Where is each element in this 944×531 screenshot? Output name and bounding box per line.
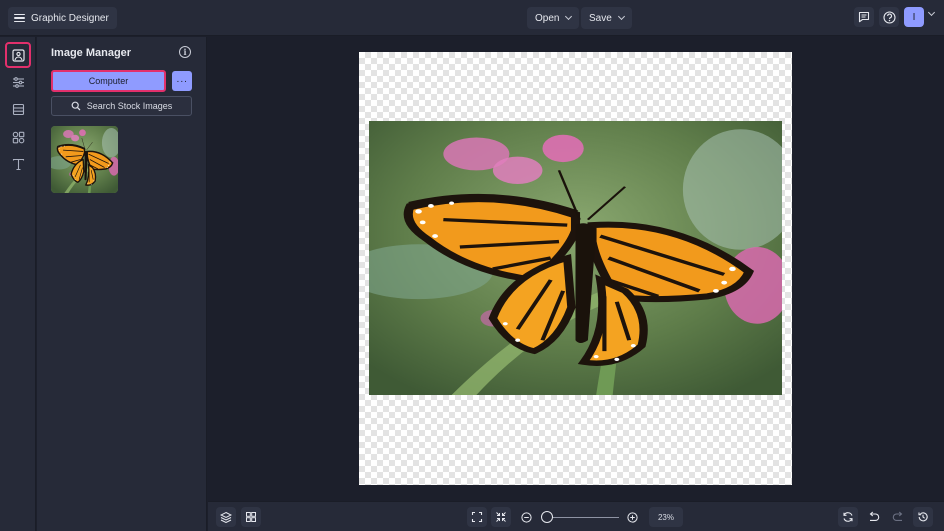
redo-button[interactable]	[888, 507, 908, 527]
computer-upload-button[interactable]: Computer	[51, 70, 166, 92]
rail-item-adjustments[interactable]	[7, 71, 29, 93]
zoom-in-icon[interactable]	[627, 512, 638, 523]
chevron-down-icon	[617, 12, 625, 21]
butterfly-photo[interactable]	[369, 121, 782, 395]
rail-item-text[interactable]	[7, 153, 29, 175]
redo-icon	[892, 511, 902, 521]
main-menu-button[interactable]: Graphic Designer	[8, 7, 117, 29]
zoom-level-value[interactable]: 23%	[649, 507, 683, 527]
comment-icon	[858, 11, 870, 23]
more-options-button[interactable]: ···	[172, 71, 192, 91]
undo-button[interactable]	[863, 507, 883, 527]
app-title: Graphic Designer	[31, 12, 109, 24]
expand-icon	[471, 511, 483, 523]
bottom-toolbar: 23%	[208, 501, 944, 531]
info-icon[interactable]: i	[179, 46, 191, 58]
rail-item-layout[interactable]	[7, 98, 29, 120]
zoom-slider-knob[interactable]	[541, 511, 553, 523]
chevron-down-icon	[565, 12, 573, 21]
search-icon	[71, 101, 81, 111]
help-button[interactable]	[879, 7, 899, 27]
grid-icon	[246, 512, 256, 522]
butterfly-thumbnail	[51, 126, 118, 193]
rail-item-image-manager[interactable]	[5, 42, 31, 68]
search-stock-label: Search Stock Images	[86, 101, 173, 111]
hamburger-icon	[14, 13, 25, 23]
user-avatar[interactable]: I	[904, 7, 924, 27]
app-window: Graphic Designer Open Save I Image Manag…	[0, 0, 944, 531]
grid-button[interactable]	[241, 507, 261, 527]
layers-icon	[220, 511, 232, 523]
text-icon	[12, 158, 24, 170]
help-icon	[882, 10, 896, 24]
actual-size-button[interactable]	[491, 507, 511, 527]
tool-rail	[0, 37, 36, 531]
undo-icon	[869, 511, 879, 521]
shapes-icon	[12, 131, 24, 143]
save-dropdown[interactable]: Save	[581, 7, 632, 29]
canvas-workspace[interactable]	[208, 37, 944, 501]
comments-button[interactable]	[854, 7, 874, 27]
save-label: Save	[589, 12, 612, 24]
design-canvas[interactable]	[359, 52, 792, 485]
zoom-out-icon[interactable]	[521, 512, 532, 523]
uploaded-image-thumbnail[interactable]	[51, 126, 118, 193]
layout-icon	[12, 103, 24, 115]
refresh-icon	[843, 512, 853, 522]
history-icon	[918, 512, 928, 522]
image-manager-panel: Image Manager i Computer ··· Search Stoc…	[37, 37, 207, 531]
layers-button[interactable]	[216, 507, 236, 527]
history-button[interactable]	[913, 507, 933, 527]
zoom-slider-track[interactable]	[547, 517, 619, 518]
search-stock-images-button[interactable]: Search Stock Images	[51, 96, 192, 116]
panel-title: Image Manager	[51, 47, 132, 59]
refresh-button[interactable]	[838, 507, 858, 527]
top-bar: Graphic Designer Open Save I	[0, 0, 944, 36]
butterfly-image	[369, 121, 782, 395]
chevron-down-icon[interactable]	[927, 8, 936, 17]
open-label: Open	[535, 12, 560, 24]
rail-item-elements[interactable]	[7, 126, 29, 148]
open-dropdown[interactable]: Open	[527, 7, 580, 29]
fit-to-screen-button[interactable]	[467, 507, 487, 527]
compress-icon	[496, 512, 506, 522]
image-icon	[11, 48, 25, 62]
sliders-icon	[12, 76, 24, 88]
